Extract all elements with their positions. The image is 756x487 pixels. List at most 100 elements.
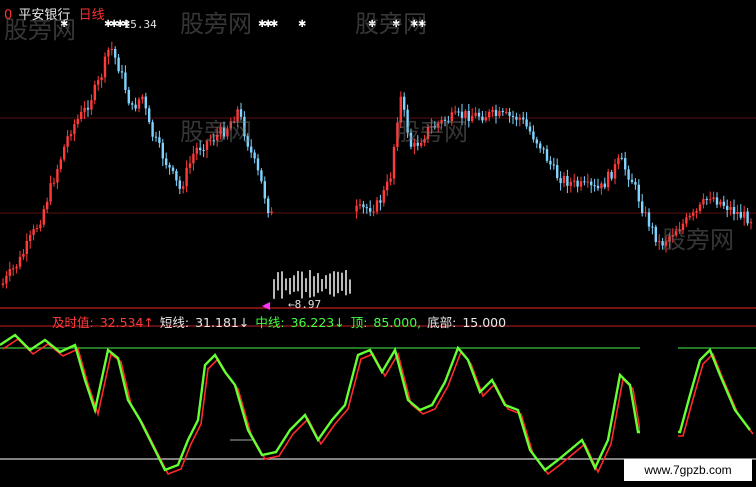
watermark: 股旁网	[180, 118, 252, 146]
candle-body	[141, 96, 144, 100]
star-icon: ✱	[270, 19, 278, 30]
price-grid	[0, 117, 756, 327]
candle-body	[42, 209, 45, 225]
candle-body	[583, 181, 586, 183]
candle-body	[154, 136, 158, 138]
candle-body	[471, 115, 474, 121]
chart-canvas[interactable]: ✱ ✱✱✱✱ ✱✱✱ ✱ ✱ ✱ ✱ ✱	[0, 0, 756, 487]
candle-body	[732, 206, 736, 215]
candle-body	[253, 152, 256, 159]
candle-body	[695, 210, 698, 213]
candle-body	[702, 198, 705, 205]
candle-body	[600, 183, 603, 189]
candle-body	[15, 266, 18, 269]
candle-body	[76, 119, 79, 125]
candle-body	[107, 49, 110, 57]
candle-body	[749, 222, 753, 224]
candle-body	[593, 185, 596, 187]
watermark: 股旁网	[4, 16, 76, 44]
short-label: 短线:	[159, 315, 190, 330]
candle-body	[120, 71, 124, 73]
candle-body	[250, 146, 253, 153]
candle-body	[705, 198, 708, 200]
candle-body	[641, 201, 644, 214]
candle-body	[39, 224, 42, 229]
candle-body	[610, 171, 613, 179]
candle-body	[709, 199, 712, 201]
candle-body	[545, 149, 549, 161]
candle-body	[488, 111, 491, 118]
candle-body	[178, 180, 181, 189]
candle-body	[110, 48, 113, 50]
candle-body	[736, 212, 739, 215]
candle-body	[199, 147, 202, 150]
candle-body	[498, 111, 501, 116]
candle-body	[192, 153, 195, 164]
candle-body	[556, 165, 559, 179]
candle-body	[651, 226, 654, 228]
candle-body	[8, 269, 11, 276]
candle-body	[52, 182, 56, 184]
indicator-header: 及时值: 32.534↑ 短线: 31.181↓ 中线: 36.223↓ 顶: …	[52, 312, 508, 331]
short-value: 31.181↓	[195, 315, 250, 330]
stock-chart-window: ✱ ✱ ✱ ✱ ✱ ✱ ✱ ✱ ✱ ✱ ✱ ✱ ✱ 0 平安银行 日线 ←15.34 ←8.97 及时值…	[0, 0, 756, 487]
bottom-value: 15.000	[462, 315, 507, 330]
bottom-label: 底部:	[427, 315, 457, 330]
candle-body	[576, 180, 579, 187]
candle-body	[647, 212, 651, 227]
candle-body	[484, 117, 487, 121]
candle-body	[379, 200, 382, 203]
candle-body	[195, 147, 198, 154]
candle-body	[726, 205, 729, 210]
candle-body	[22, 253, 25, 257]
watermark: 股旁网	[662, 226, 734, 254]
candle-body	[161, 142, 164, 159]
candle-body	[627, 169, 630, 180]
candle-body	[474, 112, 477, 116]
candle-body	[372, 211, 375, 213]
candle-body	[263, 181, 266, 199]
indicator-name-label: 及时值:	[52, 315, 94, 330]
candle-body	[165, 158, 168, 166]
candle-body	[83, 107, 86, 112]
candle-body	[511, 115, 515, 117]
candle-body	[69, 134, 73, 137]
candle-body	[579, 181, 583, 187]
candle-body	[56, 169, 59, 183]
candle-body	[86, 107, 90, 110]
candle-body	[59, 159, 62, 170]
candle-body	[93, 84, 96, 101]
candle-body	[260, 170, 263, 182]
candle-body	[603, 183, 606, 188]
candle-body	[739, 212, 742, 218]
candle-body	[658, 241, 661, 243]
candle-body	[365, 207, 368, 209]
candle-body	[539, 143, 542, 149]
candle-body	[552, 164, 555, 166]
top-value: 85.000,	[373, 315, 422, 330]
candle-body	[562, 175, 566, 184]
candle-body	[712, 197, 715, 200]
indicator-gap	[640, 330, 678, 450]
candle-body	[542, 148, 545, 150]
candle-body	[369, 208, 372, 212]
candle-body	[715, 197, 719, 205]
candle-body	[355, 205, 358, 212]
candle-body	[494, 109, 498, 116]
candle-body	[654, 226, 657, 242]
candle-body	[518, 117, 521, 120]
candle-body	[131, 103, 134, 105]
candle-body	[144, 96, 147, 109]
candle-body	[617, 157, 620, 165]
candle-body	[90, 100, 93, 110]
period-label[interactable]: 日线	[79, 8, 105, 23]
candle-body	[491, 109, 494, 112]
candle-body	[535, 139, 538, 144]
candle-body	[270, 211, 273, 214]
watermark: 股旁网	[355, 10, 427, 38]
candle-body	[375, 200, 379, 212]
candle-body	[202, 149, 205, 151]
candle-body	[151, 122, 154, 137]
candle-body	[481, 116, 484, 121]
candle-body	[634, 181, 637, 185]
